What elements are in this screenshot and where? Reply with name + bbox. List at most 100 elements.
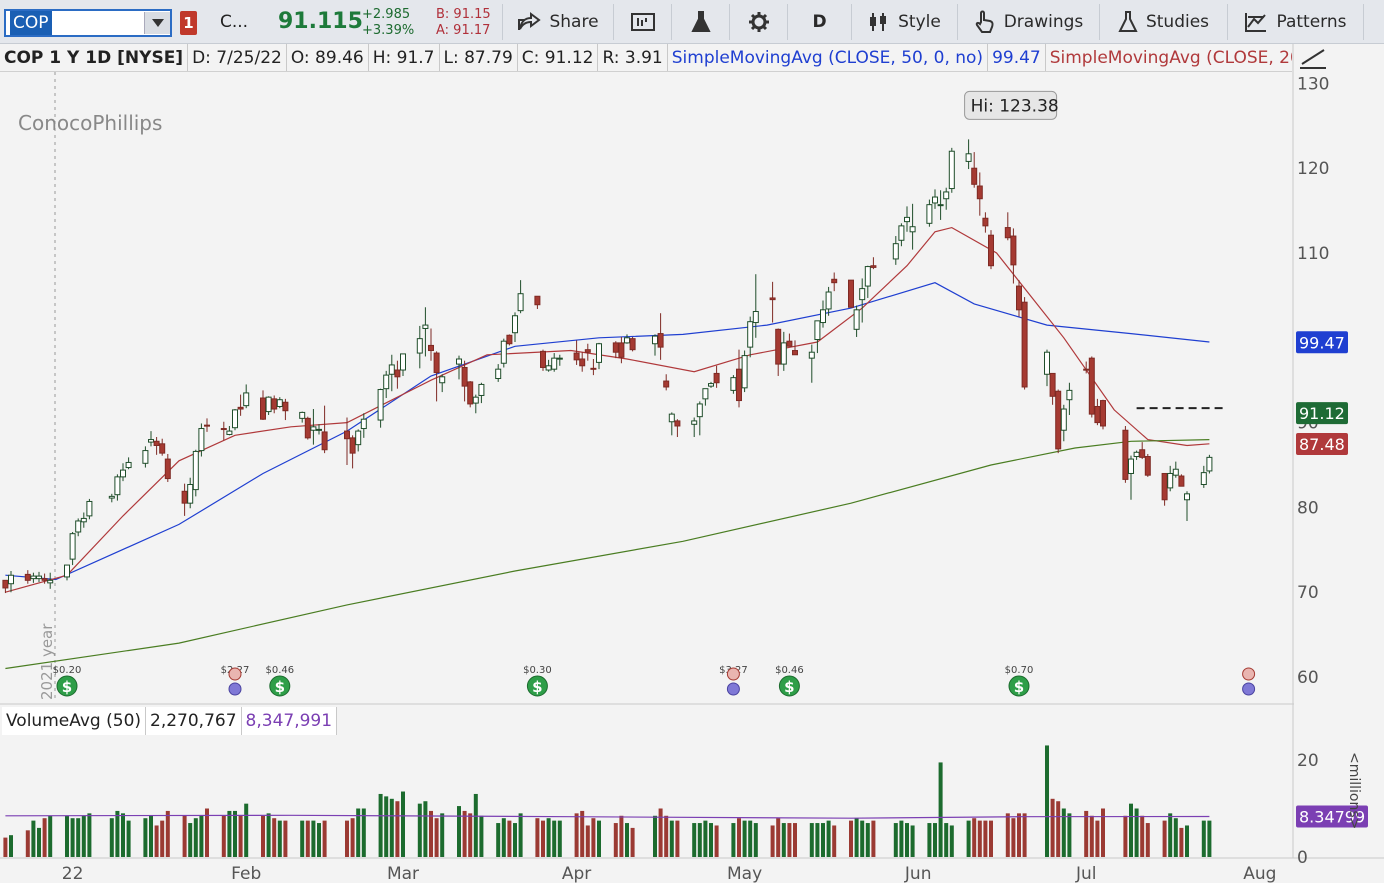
volume-bar bbox=[479, 815, 484, 857]
volume-bar bbox=[1095, 820, 1100, 857]
volume-bar bbox=[966, 820, 971, 857]
volume-bar bbox=[653, 815, 657, 857]
volume-bar bbox=[115, 810, 120, 857]
volume-bar bbox=[1173, 818, 1178, 857]
candle-body bbox=[506, 334, 513, 345]
candle-body bbox=[898, 225, 905, 241]
candle-body bbox=[349, 437, 356, 454]
time-tick-label: 22 bbox=[62, 864, 84, 883]
candle-body bbox=[64, 564, 70, 578]
time-tick-label: Apr bbox=[562, 864, 591, 883]
earnings-icon bbox=[228, 667, 242, 681]
earnings-bulb-icon bbox=[228, 682, 242, 696]
candle-body bbox=[853, 309, 860, 330]
candle-body bbox=[730, 377, 737, 391]
volume-study-label[interactable]: VolumeAvg (50) bbox=[2, 707, 147, 735]
volume-bar bbox=[781, 823, 786, 857]
candle-body bbox=[388, 364, 395, 375]
price-tick-label: 80 bbox=[1297, 498, 1319, 518]
volume-bar bbox=[821, 823, 825, 857]
candle-body bbox=[8, 574, 14, 585]
candle-body bbox=[702, 388, 709, 400]
volume-bar bbox=[317, 823, 321, 857]
volume-bar bbox=[776, 818, 781, 857]
volume-bar bbox=[613, 823, 618, 857]
candle-body bbox=[1139, 449, 1146, 458]
volume-bar bbox=[860, 820, 865, 857]
hi-callout-label: Hi: 123.38 bbox=[971, 96, 1059, 116]
candle-body bbox=[579, 358, 586, 367]
candle-body bbox=[467, 381, 474, 405]
candle-body bbox=[590, 367, 597, 370]
volume-bar bbox=[949, 825, 954, 857]
candle-body bbox=[976, 185, 983, 200]
candle-body bbox=[377, 389, 384, 421]
candle-body bbox=[1021, 301, 1028, 388]
volume-bar bbox=[714, 825, 719, 857]
volume-bar bbox=[345, 820, 349, 857]
candle-body bbox=[1044, 351, 1050, 375]
volume-bar bbox=[507, 820, 512, 857]
volume-bar bbox=[742, 820, 747, 857]
price-tag-sma50-label: 99.47 bbox=[1299, 333, 1345, 352]
volume-bar bbox=[865, 823, 870, 857]
volume-bar bbox=[625, 823, 629, 857]
candle-body bbox=[1167, 472, 1174, 489]
candle-body bbox=[769, 297, 776, 301]
volume-bar bbox=[1123, 815, 1128, 857]
volume-bar bbox=[283, 820, 288, 857]
volume-value: 2,270,767 bbox=[146, 707, 242, 735]
time-axis: 22 Feb Mar Apr May Jun Jul Aug bbox=[62, 864, 1277, 883]
dividend-icon-glyph: $ bbox=[784, 678, 794, 696]
price-tick-label: 110 bbox=[1297, 244, 1329, 264]
candle-body bbox=[220, 428, 227, 431]
volume-bar bbox=[597, 820, 601, 857]
candle-body bbox=[120, 469, 126, 478]
earnings-bulb-icon bbox=[1242, 682, 1256, 696]
candle-body bbox=[1172, 468, 1179, 476]
volume-bar bbox=[300, 820, 305, 857]
candle-body bbox=[1206, 456, 1213, 472]
volume-bar bbox=[1162, 820, 1167, 857]
event-amount-label: $0.46 bbox=[265, 665, 294, 676]
volume-bar bbox=[1140, 815, 1145, 857]
candle-body bbox=[859, 288, 866, 301]
volume-bar bbox=[1089, 815, 1094, 857]
hi-callout: Hi: 123.38 bbox=[964, 90, 1059, 120]
expand-button[interactable] bbox=[1296, 46, 1330, 72]
candle-body bbox=[1200, 472, 1207, 486]
candle-body bbox=[1128, 458, 1134, 474]
candle-body bbox=[1100, 400, 1106, 427]
candle-body bbox=[1004, 227, 1011, 239]
dividend-icon-glyph: $ bbox=[275, 678, 285, 696]
volume-bar bbox=[221, 815, 226, 857]
candle-body bbox=[618, 342, 625, 358]
candle-body bbox=[344, 430, 350, 440]
volume-bar bbox=[1134, 808, 1139, 857]
volume-bar bbox=[893, 823, 898, 857]
volume-bar bbox=[501, 818, 506, 857]
time-tick-label: May bbox=[727, 864, 762, 883]
volume-bar bbox=[787, 823, 792, 857]
candle-body bbox=[926, 204, 933, 224]
volume-bar bbox=[630, 827, 635, 857]
event-amount-label: $0.70 bbox=[1005, 665, 1034, 676]
volume-bar bbox=[227, 810, 232, 857]
candle-body bbox=[164, 458, 171, 480]
candle-body bbox=[428, 344, 434, 352]
volume-bar bbox=[557, 820, 562, 857]
volume-bar bbox=[70, 818, 75, 857]
candle-body bbox=[271, 398, 278, 410]
candle-body bbox=[108, 495, 115, 499]
volume-bar bbox=[658, 808, 663, 857]
candle-body bbox=[41, 578, 48, 581]
volume-bar bbox=[143, 818, 148, 857]
time-tick-label: Mar bbox=[387, 864, 419, 883]
volume-bar bbox=[233, 810, 237, 857]
volume-bar bbox=[1129, 803, 1133, 857]
candle-body bbox=[741, 355, 748, 389]
candle-body bbox=[400, 353, 406, 371]
candle-body bbox=[30, 575, 37, 580]
volume-bar bbox=[37, 827, 41, 857]
price-chart[interactable]: ConocoPhillips 2021 year 607080901101201… bbox=[0, 0, 1384, 883]
